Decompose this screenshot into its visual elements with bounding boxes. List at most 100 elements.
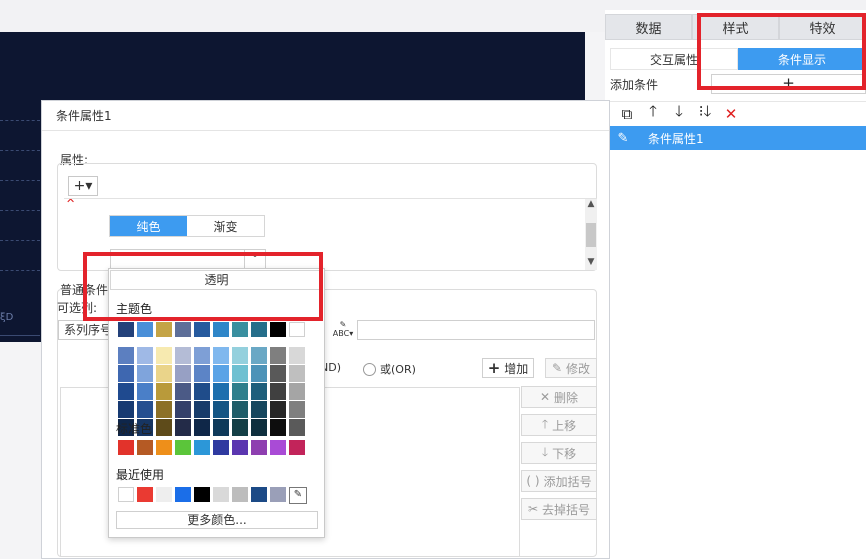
shade-swatch[interactable] (156, 419, 172, 436)
standard-swatch-5[interactable] (213, 440, 229, 455)
shade-swatch[interactable] (251, 365, 267, 382)
copy-icon[interactable]: ⧉ (616, 104, 638, 124)
add-bracket-button[interactable]: ( ) 添加括号 (521, 470, 597, 492)
recent-swatch-0[interactable] (118, 487, 134, 502)
or-radio[interactable]: 或(OR) (363, 361, 416, 377)
tab-data[interactable]: 数据 (605, 14, 692, 40)
recent-swatch-2[interactable] (156, 487, 172, 502)
standard-swatch-8[interactable] (270, 440, 286, 455)
tab-effects[interactable]: 特效 (779, 14, 866, 40)
shade-swatch[interactable] (232, 347, 248, 364)
theme-swatch-8[interactable] (270, 322, 286, 337)
shade-swatch[interactable] (194, 365, 210, 382)
scroll-down-icon[interactable]: ▼ (585, 257, 597, 270)
shade-swatch[interactable] (175, 401, 191, 418)
shade-swatch[interactable] (213, 419, 229, 436)
formula-abc-icon[interactable]: ✎ ABC▾ (332, 320, 354, 340)
standard-swatch-2[interactable] (156, 440, 172, 455)
recent-swatch-3[interactable] (175, 487, 191, 502)
shade-swatch[interactable] (194, 401, 210, 418)
arrow-down-icon[interactable]: 🡓 (668, 102, 690, 124)
shade-swatch[interactable] (270, 365, 286, 382)
arrow-up-icon[interactable]: 🡑 (642, 102, 664, 124)
shade-swatch[interactable] (251, 347, 267, 364)
scroll-up-icon[interactable]: ▲ (585, 199, 597, 213)
shade-swatch[interactable] (289, 401, 305, 418)
shade-swatch[interactable] (118, 401, 134, 418)
transparent-button[interactable]: 透明 (110, 270, 323, 290)
add-attribute-button[interactable]: +▾ (68, 176, 98, 196)
subtab-interaction[interactable]: 交互属性 (610, 48, 738, 70)
tab-style[interactable]: 样式 (692, 14, 779, 40)
shade-swatch[interactable] (213, 347, 229, 364)
shade-swatch[interactable] (232, 365, 248, 382)
add-button[interactable]: + 增加 (482, 358, 534, 378)
add-condition-button[interactable]: + (711, 74, 866, 94)
remove-bracket-button[interactable]: ✂ 去掉括号 (521, 498, 597, 520)
edit-button[interactable]: ✎ 修改 (545, 358, 597, 378)
shade-swatch[interactable] (232, 401, 248, 418)
remove-icon[interactable]: ✕ (66, 199, 75, 206)
recent-swatch-5[interactable] (213, 487, 229, 502)
remove-attribute-item[interactable]: ✕ (66, 199, 126, 207)
shade-swatch[interactable] (251, 419, 267, 436)
scroll-thumb[interactable] (586, 223, 596, 247)
chevron-down-icon[interactable]: ﹀ (244, 250, 265, 268)
tab-gradient[interactable]: 渐变 (187, 216, 264, 236)
shade-swatch[interactable] (175, 419, 191, 436)
standard-swatch-1[interactable] (137, 440, 153, 455)
move-up-button[interactable]: 🡑 上移 (521, 414, 597, 436)
recent-swatch-8[interactable] (270, 487, 286, 502)
more-colors-button[interactable]: 更多颜色... (116, 511, 318, 529)
shade-swatch[interactable] (251, 383, 267, 400)
shade-swatch[interactable] (137, 347, 153, 364)
shade-swatch[interactable] (156, 347, 172, 364)
theme-swatch-7[interactable] (251, 322, 267, 337)
shade-swatch[interactable] (213, 383, 229, 400)
shade-swatch[interactable] (118, 383, 134, 400)
shade-swatch[interactable] (251, 401, 267, 418)
recent-swatch-4[interactable] (194, 487, 210, 502)
theme-swatch-0[interactable] (118, 322, 134, 337)
shade-swatch[interactable] (118, 347, 134, 364)
shade-swatch[interactable] (270, 347, 286, 364)
theme-swatch-2[interactable] (156, 322, 172, 337)
shade-swatch[interactable] (289, 383, 305, 400)
shade-swatch[interactable] (213, 401, 229, 418)
shade-swatch[interactable] (137, 365, 153, 382)
shade-swatch[interactable] (194, 383, 210, 400)
color-select[interactable]: ﹀ (110, 249, 266, 269)
standard-swatch-4[interactable] (194, 440, 210, 455)
shade-swatch[interactable] (118, 365, 134, 382)
theme-swatch-5[interactable] (213, 322, 229, 337)
shade-swatch[interactable] (289, 347, 305, 364)
standard-swatch-3[interactable] (175, 440, 191, 455)
subtab-conditional-display[interactable]: 条件显示 (738, 48, 866, 70)
delete-button[interactable]: ✕ 删除 (521, 386, 597, 408)
shade-swatch[interactable] (213, 365, 229, 382)
move-bottom-icon[interactable]: ⁝🡓 (694, 102, 716, 124)
theme-swatch-3[interactable] (175, 322, 191, 337)
shade-swatch[interactable] (175, 347, 191, 364)
shade-swatch[interactable] (232, 383, 248, 400)
condition-value-input[interactable] (357, 320, 595, 340)
tab-solid-color[interactable]: 纯色 (110, 216, 187, 236)
shade-swatch[interactable] (232, 419, 248, 436)
recent-swatch-7[interactable] (251, 487, 267, 502)
shade-swatch[interactable] (270, 401, 286, 418)
shade-swatch[interactable] (194, 419, 210, 436)
shade-swatch[interactable] (270, 383, 286, 400)
radio-icon[interactable] (363, 362, 376, 376)
shade-swatch[interactable] (137, 401, 153, 418)
theme-swatch-4[interactable] (194, 322, 210, 337)
theme-swatch-6[interactable] (232, 322, 248, 337)
shade-swatch[interactable] (194, 347, 210, 364)
shade-swatch[interactable] (137, 383, 153, 400)
standard-swatch-7[interactable] (251, 440, 267, 455)
recent-swatch-6[interactable] (232, 487, 248, 502)
condition-list-item[interactable]: ✎ 条件属性1 (610, 126, 866, 150)
shade-swatch[interactable] (289, 419, 305, 436)
delete-icon[interactable]: ✕ (720, 104, 742, 124)
vertical-scrollbar[interactable]: ▲ ▼ (585, 199, 597, 270)
shade-swatch[interactable] (175, 365, 191, 382)
